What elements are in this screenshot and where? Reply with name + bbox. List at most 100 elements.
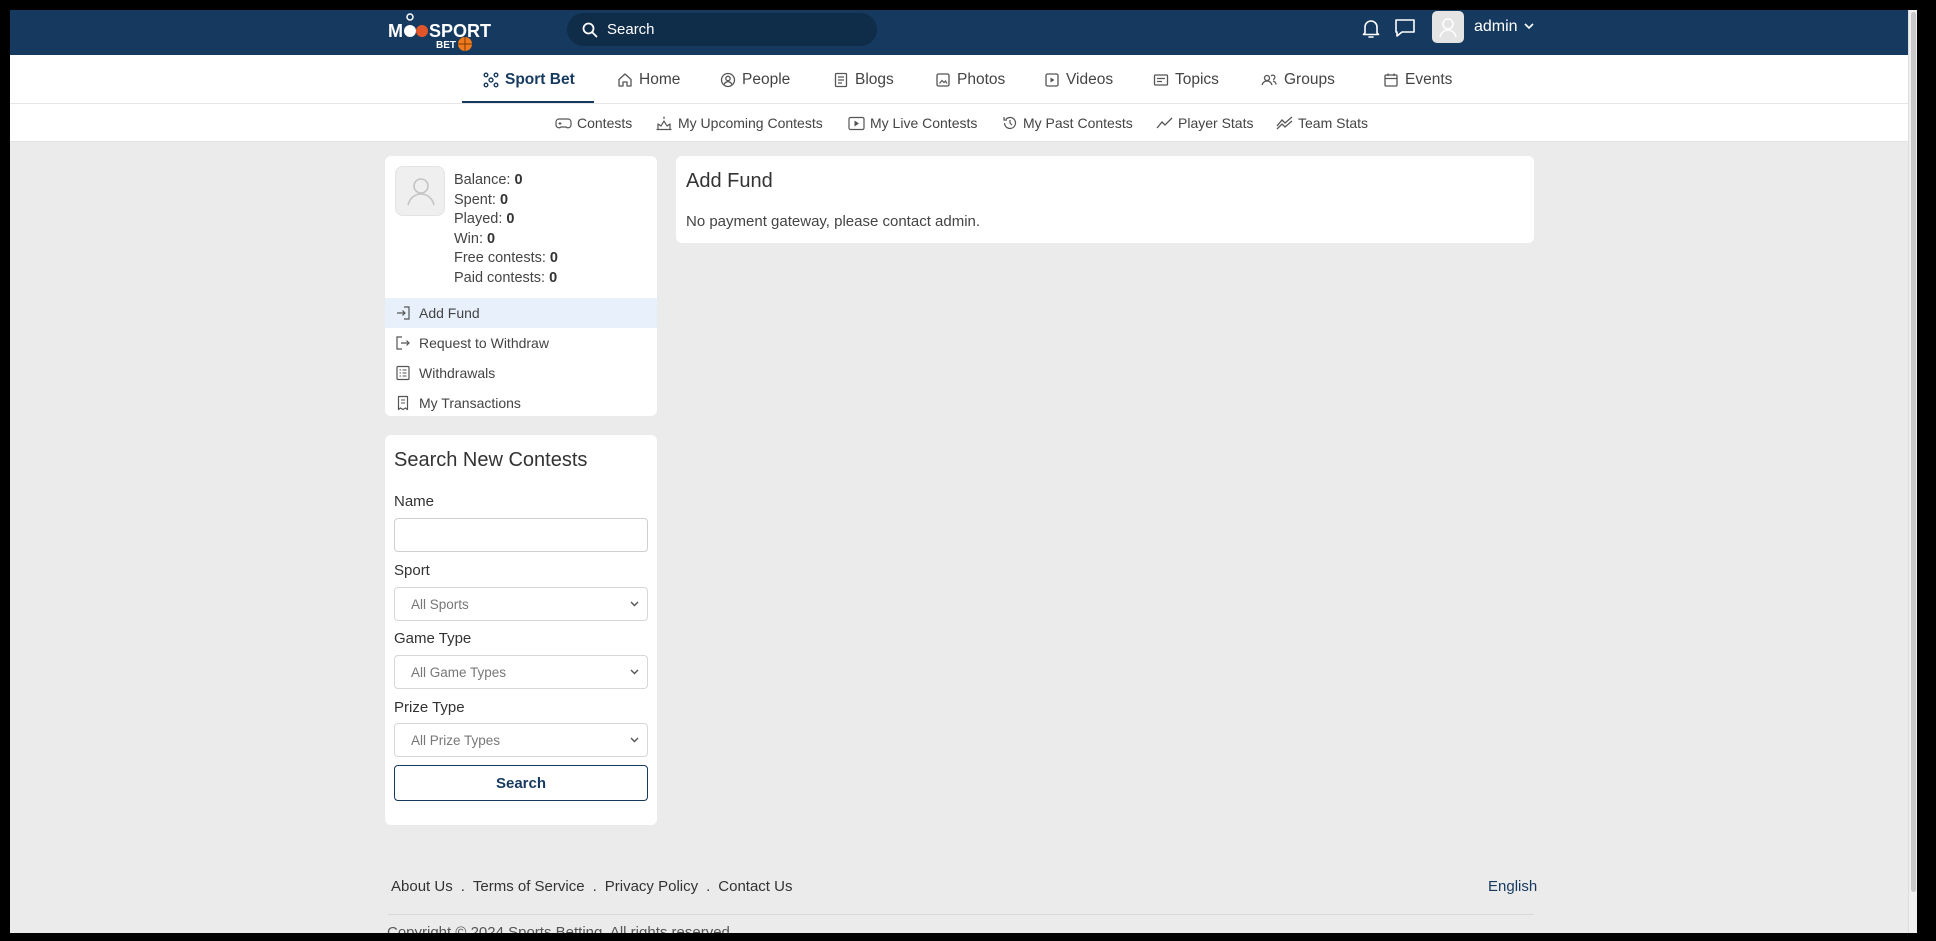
menu-label: Request to Withdraw [419,335,549,351]
footer-link-privacy-policy[interactable]: Privacy Policy [605,878,698,895]
nav-label: People [742,70,791,88]
nav-item-groups[interactable]: Groups [1260,55,1335,104]
menu-label: My Transactions [419,395,521,411]
home-icon [618,72,632,87]
photos-icon [936,72,950,87]
search-contests-button[interactable]: Search [394,765,648,801]
stat-balance: Balance: 0 [454,172,523,188]
vertical-scrollbar[interactable] [1908,10,1917,933]
svg-text:M: M [388,21,403,41]
trend-double-icon [1276,116,1293,130]
nav-item-events[interactable]: Events [1383,55,1452,104]
nav-label: Events [1405,70,1453,88]
chevron-down-icon [630,669,639,675]
subnav-item-team-stats[interactable]: Team Stats [1276,104,1368,142]
prize-type-select[interactable]: All Prize Types [394,723,648,757]
nav-label: Blogs [855,70,894,88]
upcoming-icon [656,116,672,131]
nav-item-sport-bet[interactable]: Sport Bet [483,55,575,104]
footer-link-terms-of-service[interactable]: Terms of Service [473,878,585,895]
nav-label: Home [639,70,681,88]
avatar-placeholder-icon [407,178,435,206]
bell-icon[interactable] [1359,16,1383,40]
sport-bet-subnavigation: Contests My Upcoming Contests My Live Co… [10,104,1917,142]
subnav-item-my-past-contests[interactable]: My Past Contests [1002,104,1133,142]
game-type-select-value: All Game Types [411,664,507,680]
search-contests-panel: Search New Contests Name Sport All Sport… [385,435,657,825]
subnav-item-my-upcoming-contests[interactable]: My Upcoming Contests [655,104,823,142]
stat-paid-contests: Paid contests: 0 [454,269,558,286]
nav-item-people[interactable]: People [720,55,790,104]
nav-item-photos[interactable]: Photos [935,55,1005,104]
footer-link-about-us[interactable]: About Us [391,878,453,895]
menu-item-add-fund[interactable]: Add Fund [385,298,657,328]
global-search[interactable] [567,13,877,46]
subnav-label: Player Stats [1178,115,1254,131]
stat-spent: Spent: 0 [454,191,509,208]
subnav-label: My Past Contests [1023,115,1133,131]
people-icon [720,72,736,87]
search-icon [582,22,598,38]
sport-label: Sport [394,562,430,579]
sport-select-value: All Sports [411,596,469,612]
nav-label: Topics [1175,70,1219,88]
search-contests-title: Search New Contests [394,449,588,471]
nav-label: Groups [1284,70,1335,88]
subnav-label: My Live Contests [870,115,978,131]
footer-separator: . [592,878,597,895]
subnav-label: My Upcoming Contests [678,115,823,131]
menu-label: Add Fund [419,305,480,321]
footer-links: About Us . Terms of Service . Privacy Po… [391,878,792,895]
menu-item-request-to-withdraw[interactable]: Request to Withdraw [385,328,657,358]
copyright-text: Copyright © 2024 Sports Betting. All rig… [387,924,735,933]
language-selector[interactable]: English [1488,878,1537,895]
nav-item-topics[interactable]: Topics [1153,55,1219,104]
nav-item-home[interactable]: Home [617,55,680,104]
search-input[interactable] [607,13,867,46]
nav-label: Photos [957,70,1006,88]
stat-free-contests: Free contests: 0 [454,250,558,266]
prize-type-label: Prize Type [394,699,465,716]
gamepad-icon [555,118,572,129]
name-label: Name [394,493,435,510]
receipt-icon [397,395,409,411]
subnav-item-player-stats[interactable]: Player Stats [1156,104,1253,142]
user-avatar[interactable] [1432,11,1464,43]
profile-summary-panel: Balance: 0 Spent: 0 Played: 0 Win: 0 Fre… [385,156,657,416]
user-menu-name[interactable]: admin [1474,18,1518,36]
menu-item-my-transactions[interactable]: My Transactions [385,388,657,418]
page-title: Add Fund [686,170,773,192]
chevron-down-icon[interactable] [1524,23,1534,30]
account-stats: Balance: 0 Spent: 0 Played: 0 Win: 0 Fre… [454,171,558,288]
add-fund-panel: Add Fund No payment gateway, please cont… [676,156,1534,243]
name-input[interactable] [394,518,648,552]
svg-text:SPORT: SPORT [429,21,491,41]
sport-select[interactable]: All Sports [394,587,648,621]
logout-icon [396,336,410,350]
subnav-item-my-live-contests[interactable]: My Live Contests [848,104,977,142]
chat-icon[interactable] [1393,16,1417,40]
site-logo[interactable]: M SPORT BET [388,13,492,51]
chevron-down-icon [630,737,639,743]
svg-text:BET: BET [436,40,456,51]
footer-link-contact-us[interactable]: Contact Us [718,878,792,895]
groups-icon [1261,74,1277,85]
history-icon [1003,116,1017,130]
menu-item-withdrawals[interactable]: Withdrawals [385,358,657,388]
blogs-icon [834,72,848,87]
topics-icon [1153,73,1169,86]
browser-viewport: M SPORT BET admin [10,10,1917,933]
game-type-label: Game Type [394,630,472,647]
login-icon [397,306,410,320]
nav-item-blogs[interactable]: Blogs [833,55,894,104]
game-type-select[interactable]: All Game Types [394,655,648,689]
subnav-item-contests[interactable]: Contests [555,104,632,142]
stat-win: Win: 0 [454,230,496,247]
scrollbar-thumb[interactable] [1911,12,1916,892]
payment-gateway-message: No payment gateway, please contact admin… [686,213,981,230]
videos-icon [1045,72,1059,87]
nav-item-videos[interactable]: Videos [1044,55,1113,104]
active-tab-indicator [462,101,594,103]
menu-label: Withdrawals [419,365,496,381]
footer-separator: . [460,878,465,895]
